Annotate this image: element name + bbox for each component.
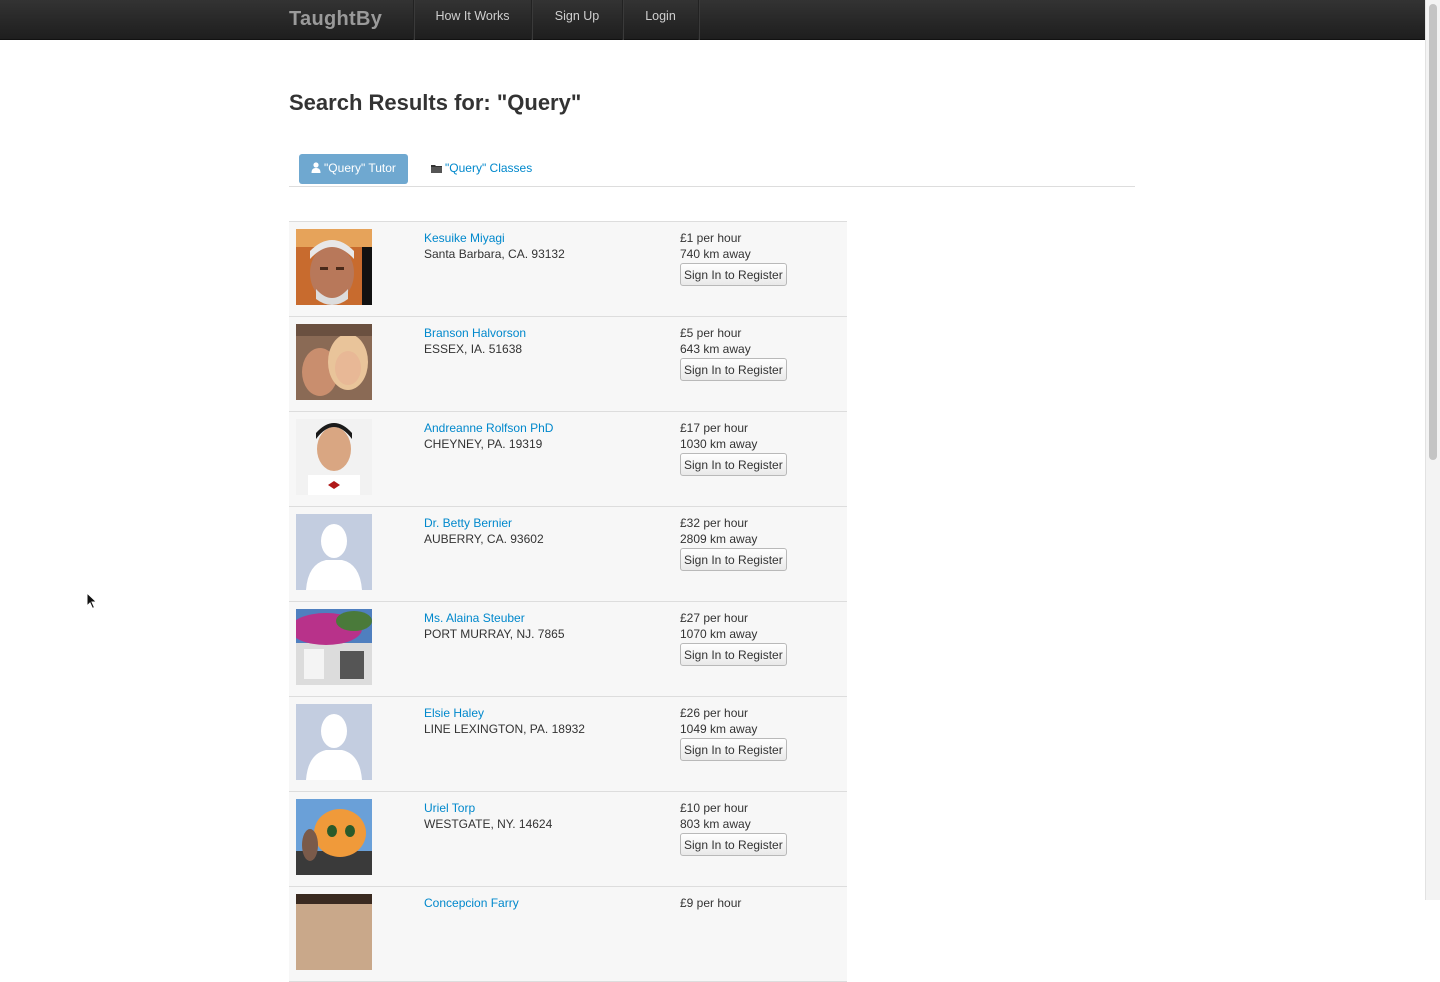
tutor-name-link[interactable]: Branson Halvorson [424, 326, 526, 340]
avatar[interactable] [296, 514, 372, 590]
avatar[interactable] [296, 229, 372, 305]
tutor-price: £10 per hour [680, 801, 749, 815]
tutor-location: PORT MURRAY, NJ. 7865 [424, 627, 565, 641]
tab-classes[interactable]: "Query" Classes [431, 154, 532, 184]
tab-tutor[interactable]: "Query" Tutor [299, 154, 408, 184]
nav-menu: How It Works Sign Up Login [413, 0, 699, 40]
tab-classes-label: "Query" Classes [445, 161, 533, 175]
tutor-distance: 740 km away [680, 247, 751, 261]
page-scrollbar[interactable] [1425, 0, 1440, 900]
page-title: Search Results for: "Query" [289, 90, 582, 115]
results-table: Kesuike Miyagi Santa Barbara, CA. 93132 … [289, 221, 847, 982]
tutor-location: Santa Barbara, CA. 93132 [424, 247, 565, 261]
nav-how-it-works[interactable]: How It Works [414, 0, 532, 40]
tutor-price: £32 per hour [680, 516, 749, 530]
sign-in-to-register-button[interactable]: Sign In to Register [680, 833, 787, 856]
sign-in-to-register-button[interactable]: Sign In to Register [680, 453, 787, 476]
tutor-price: £17 per hour [680, 421, 749, 435]
table-row: Dr. Betty Bernier AUBERRY, CA. 93602 £32… [289, 507, 847, 602]
tutor-distance: 643 km away [680, 342, 751, 356]
folder-icon [431, 165, 442, 173]
tutor-price: £26 per hour [680, 706, 749, 720]
table-row: Elsie Haley LINE LEXINGTON, PA. 18932 £2… [289, 697, 847, 792]
avatar[interactable] [296, 799, 372, 875]
top-navbar: TaughtBy How It Works Sign Up Login [0, 0, 1425, 40]
table-row: Branson Halvorson ESSEX, IA. 51638 £5 pe… [289, 317, 847, 412]
tutor-name-link[interactable]: Elsie Haley [424, 706, 484, 720]
mouse-cursor-icon [86, 592, 98, 610]
tutor-name-link[interactable]: Andreanne Rolfson PhD [424, 421, 553, 435]
tutor-name-link[interactable]: Ms. Alaina Steuber [424, 611, 525, 625]
result-tabs: "Query" Tutor "Query" Classes [289, 154, 1135, 187]
user-icon [311, 162, 321, 173]
brand-logo[interactable]: TaughtBy [289, 0, 382, 40]
avatar[interactable] [296, 419, 372, 495]
tutor-distance: 803 km away [680, 817, 751, 831]
table-row: Uriel Torp WESTGATE, NY. 14624 £10 per h… [289, 792, 847, 887]
tutor-name-link[interactable]: Uriel Torp [424, 801, 475, 815]
table-row: Ms. Alaina Steuber PORT MURRAY, NJ. 7865… [289, 602, 847, 697]
tutor-location: CHEYNEY, PA. 19319 [424, 437, 543, 451]
avatar[interactable] [296, 609, 372, 685]
sign-in-to-register-button[interactable]: Sign In to Register [680, 358, 787, 381]
tutor-location: ESSEX, IA. 51638 [424, 342, 523, 356]
sign-in-to-register-button[interactable]: Sign In to Register [680, 643, 787, 666]
tutor-distance: 1070 km away [680, 627, 758, 641]
sign-in-to-register-button[interactable]: Sign In to Register [680, 263, 787, 286]
tutor-price: £27 per hour [680, 611, 749, 625]
tutor-price: £1 per hour [680, 231, 742, 245]
avatar[interactable] [296, 894, 372, 970]
tutor-price: £5 per hour [680, 326, 742, 340]
tutor-name-link[interactable]: Dr. Betty Bernier [424, 516, 512, 530]
nav-login[interactable]: Login [623, 0, 699, 40]
tutor-distance: 2809 km away [680, 532, 758, 546]
tutor-location: AUBERRY, CA. 93602 [424, 532, 544, 546]
sign-in-to-register-button[interactable]: Sign In to Register [680, 548, 787, 571]
tab-tutor-label: "Query" Tutor [324, 161, 396, 175]
tutor-distance: 1030 km away [680, 437, 758, 451]
table-row: Kesuike Miyagi Santa Barbara, CA. 93132 … [289, 222, 847, 317]
tutor-distance: 1049 km away [680, 722, 758, 736]
tutor-name-link[interactable]: Concepcion Farry [424, 896, 519, 910]
tutor-price: £9 per hour [680, 896, 742, 910]
scrollbar-thumb[interactable] [1429, 4, 1437, 460]
table-row: Andreanne Rolfson PhD CHEYNEY, PA. 19319… [289, 412, 847, 507]
tutor-location: LINE LEXINGTON, PA. 18932 [424, 722, 585, 736]
tutor-name-link[interactable]: Kesuike Miyagi [424, 231, 505, 245]
tutor-location: WESTGATE, NY. 14624 [424, 817, 553, 831]
avatar[interactable] [296, 704, 372, 780]
table-row: Concepcion Farry £9 per hour [289, 887, 847, 982]
sign-in-to-register-button[interactable]: Sign In to Register [680, 738, 787, 761]
nav-sign-up[interactable]: Sign Up [532, 0, 623, 40]
avatar[interactable] [296, 324, 372, 400]
